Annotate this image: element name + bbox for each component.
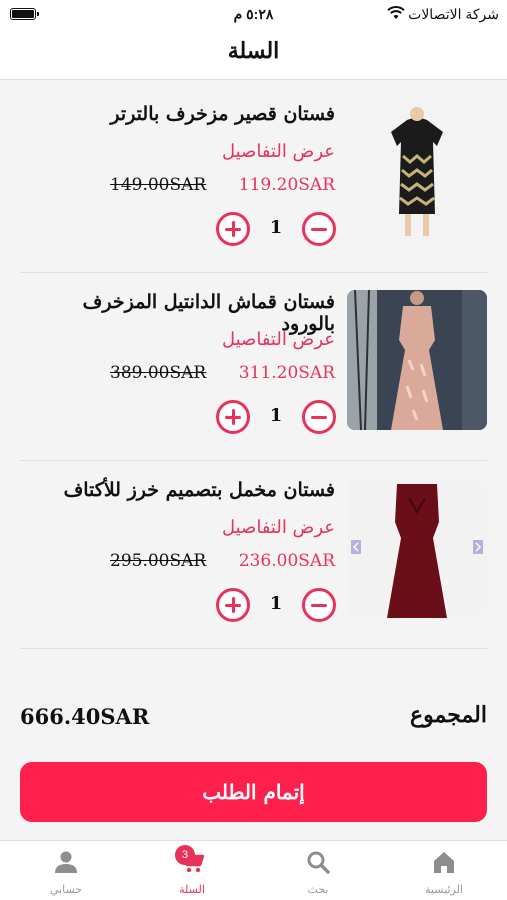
wifi-icon [387,6,405,23]
tab-label: الرئيسية [425,883,463,896]
account-icon [53,849,79,875]
product-original-price: 295.00SAR [110,551,207,571]
total-value: 666.40SAR [20,704,150,729]
increase-quantity-button[interactable] [216,400,250,434]
product-name: فستان قصير مزخرف بالترتر [110,103,335,125]
tab-bar: الرئيسية بحث 3 السلة حسابي [0,840,507,900]
order-total: 666.40SAR المجموع [20,700,487,740]
product-name: فستان مخمل بتصميم خرز للأكتاف [63,479,335,501]
tab-search[interactable]: بحث [255,841,381,900]
view-details-link[interactable]: عرض التفاصيل [222,329,335,350]
carrier-name: شركة الاتصالات [408,6,499,22]
divider [20,648,487,649]
navigation-bar: السلة [0,30,507,80]
product-image[interactable] [347,478,487,618]
tab-cart[interactable]: 3 السلة [129,841,255,900]
view-details-link[interactable]: عرض التفاصيل [222,517,335,538]
quantity-value: 1 [269,217,283,238]
quantity-stepper: 1 [216,588,336,622]
product-original-price: 389.00SAR [110,363,207,383]
tab-home[interactable]: الرئيسية [381,841,507,900]
tab-label: بحث [307,883,329,896]
status-bar: ٥:٢٨ م شركة الاتصالات [0,0,507,30]
cart-count-badge: 3 [175,845,195,865]
search-icon [305,849,331,875]
cart-list: فستان قصير مزخرف بالترتر عرض التفاصيل 11… [0,85,507,649]
product-price: 311.20SAR [238,363,335,383]
tab-label: السلة [179,883,205,896]
decrease-quantity-button[interactable] [302,588,336,622]
decrease-quantity-button[interactable] [302,400,336,434]
checkout-button[interactable]: إتمام الطلب [20,762,487,822]
product-price: 119.20SAR [238,175,335,195]
increase-quantity-button[interactable] [216,588,250,622]
product-price: 236.00SAR [238,551,335,571]
quantity-stepper: 1 [216,212,336,246]
total-label: المجموع [410,702,487,728]
product-image[interactable] [347,102,487,242]
product-image[interactable] [347,290,487,430]
page-title: السلة [227,38,280,64]
cart-item: فستان مخمل بتصميم خرز للأكتاف عرض التفاص… [0,461,507,649]
quantity-stepper: 1 [216,400,336,434]
product-original-price: 149.00SAR [110,175,207,195]
tab-label: حسابي [49,883,83,896]
increase-quantity-button[interactable] [216,212,250,246]
view-details-link[interactable]: عرض التفاصيل [222,141,335,162]
cart-item: فستان قماش الدانتيل المزخرف بالورود عرض … [0,273,507,461]
quantity-value: 1 [269,593,283,614]
tab-account[interactable]: حسابي [3,841,129,900]
cart-item: فستان قصير مزخرف بالترتر عرض التفاصيل 11… [0,85,507,273]
quantity-value: 1 [269,405,283,426]
home-icon [431,849,457,875]
decrease-quantity-button[interactable] [302,212,336,246]
